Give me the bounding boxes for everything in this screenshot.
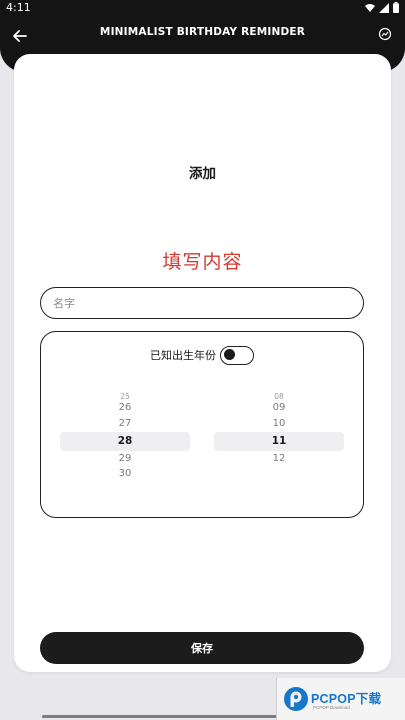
day-wheel-item[interactable]: 27	[60, 417, 190, 431]
wifi-icon	[365, 3, 375, 12]
day-wheel-item[interactable]: 26	[60, 401, 190, 415]
year-known-toggle[interactable]	[220, 345, 254, 365]
signal-icon	[379, 2, 389, 13]
page-heading: 添加	[189, 166, 216, 182]
month-wheel-item[interactable]: 12	[214, 452, 344, 466]
year-known-label: 已知出生年份	[150, 349, 216, 362]
save-button[interactable]: 保存	[40, 632, 364, 664]
year-known-row: 已知出生年份	[41, 344, 363, 366]
day-wheel-item[interactable]: 29	[60, 452, 190, 466]
day-wheel[interactable]: 25 26 27 28 29 30	[60, 390, 190, 484]
day-wheel-item[interactable]: 30	[60, 467, 190, 481]
status-icons	[365, 2, 399, 13]
battery-icon	[393, 2, 399, 13]
toggle-knob	[224, 349, 235, 360]
status-bar: 4:11	[0, 0, 405, 16]
month-wheel-item[interactable]: 10	[214, 417, 344, 431]
month-wheel[interactable]: 08 09 10 11 12	[214, 390, 344, 484]
birthday-date-picker: 已知出生年份 25 26 27 28 29 30 08 09 10 11 12	[40, 331, 364, 518]
add-birthday-card: 添加 填写内容 已知出生年份 25 26 27 28 29 30 08 09 1…	[14, 54, 391, 672]
month-wheel-selected[interactable]: 11	[214, 432, 344, 451]
app-title: MINIMALIST BIRTHDAY REMINDER	[99, 26, 306, 38]
name-input[interactable]	[40, 287, 364, 319]
stats-icon[interactable]	[378, 27, 392, 41]
status-time: 4:11	[6, 1, 31, 14]
section-title: 填写内容	[162, 251, 243, 273]
pcpop-logo-icon	[284, 687, 308, 711]
month-wheel-item[interactable]: 09	[214, 401, 344, 415]
watermark-subtext: PCPOP Download	[313, 705, 350, 710]
watermark: PCPOP下载 PCPOP Download	[276, 678, 405, 720]
day-wheel-selected[interactable]: 28	[60, 432, 190, 451]
